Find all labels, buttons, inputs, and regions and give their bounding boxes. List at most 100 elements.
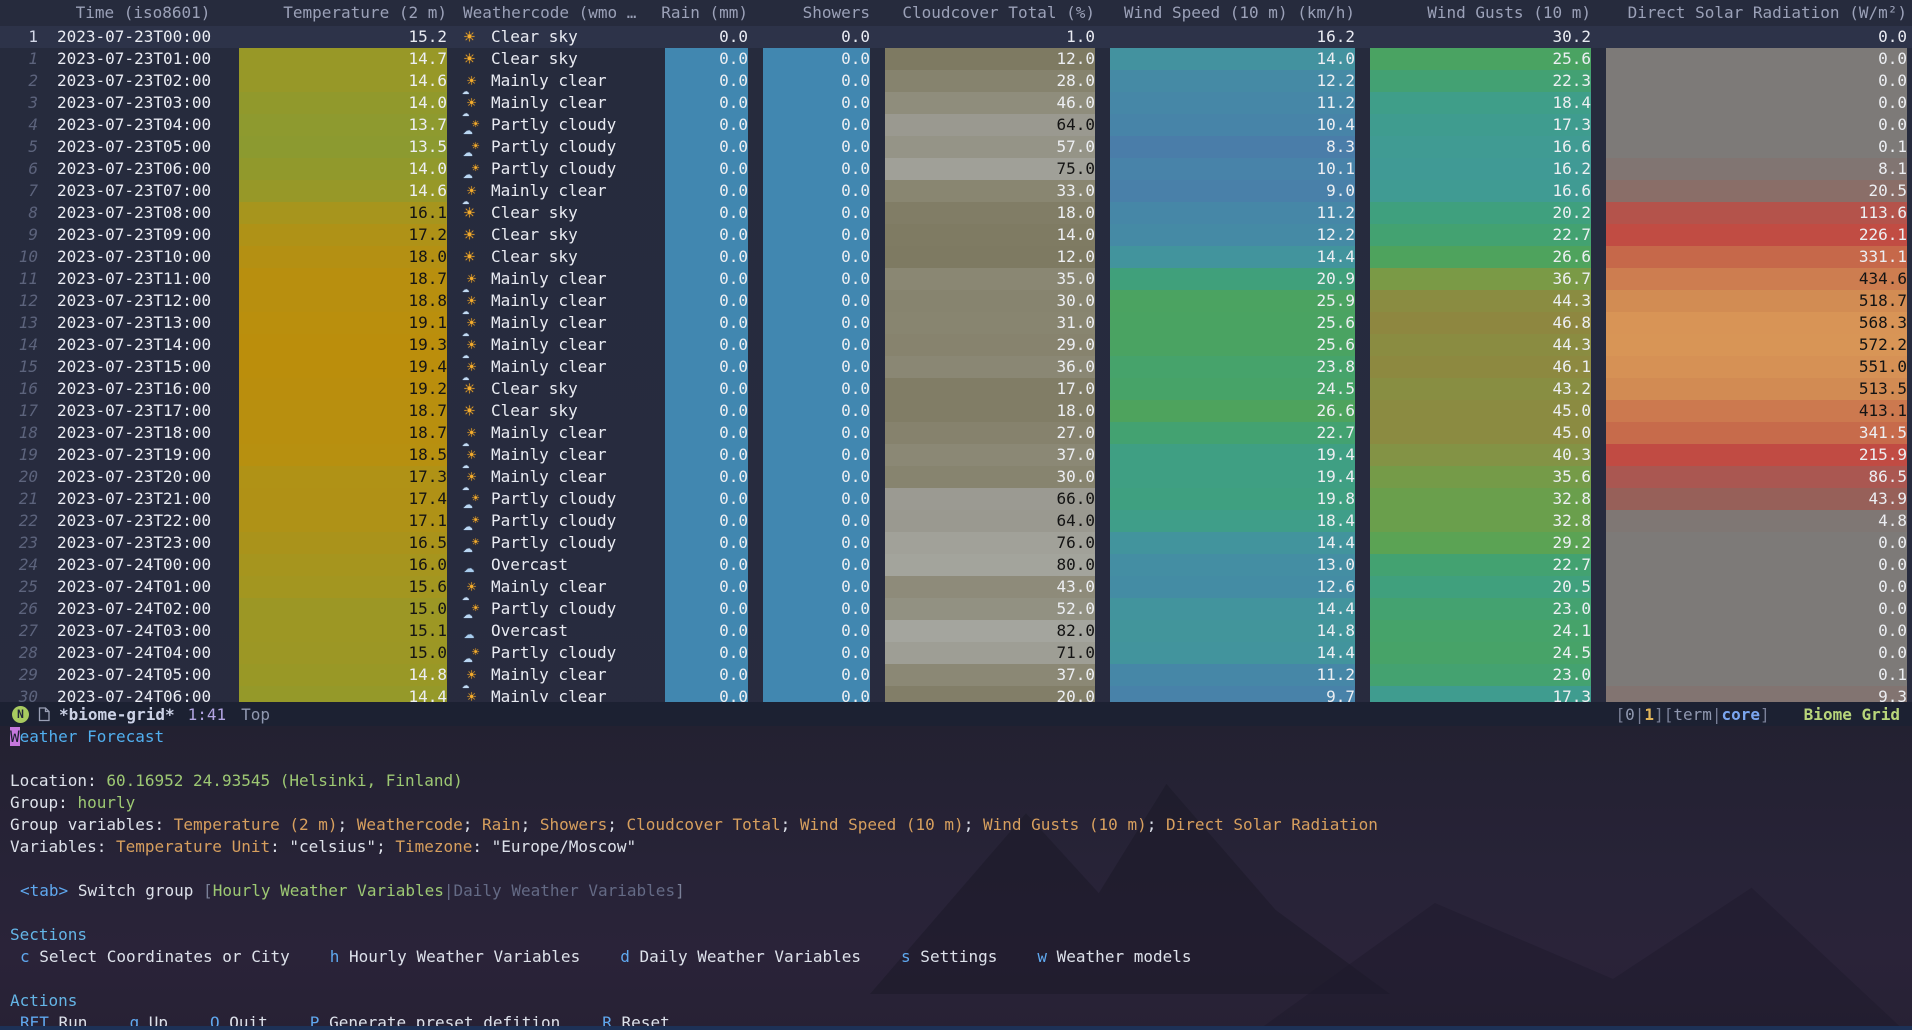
- section-item-s[interactable]: s Settings: [901, 947, 997, 966]
- table-row[interactable]: 12023-07-23T00:0015.2☀Clear sky0.00.01.0…: [0, 26, 1912, 48]
- weathercode-label: Mainly clear: [491, 180, 607, 202]
- table-row[interactable]: 12023-07-23T01:0014.7☀Clear sky0.00.012.…: [0, 48, 1912, 70]
- table-row[interactable]: 92023-07-23T09:0017.2☀Clear sky0.00.014.…: [0, 224, 1912, 246]
- temperature-cell: 16.5: [239, 532, 455, 554]
- info-area: Weather Forecast Location: 60.16952 24.9…: [0, 726, 1912, 1030]
- wind-speed-cell: 25.6: [1103, 312, 1363, 334]
- table-row[interactable]: 222023-07-23T22:0017.1☀☁Partly cloudy0.0…: [0, 510, 1912, 532]
- time-cell: 2023-07-24T01:00: [47, 576, 239, 598]
- time-cell: 2023-07-23T17:00: [47, 400, 239, 422]
- cloudcover-cell: 43.0: [878, 576, 1103, 598]
- grid-header-row: Time (iso8601) Temperature (2 m) (°C) We…: [0, 0, 1912, 26]
- window-number-separator: |: [1635, 705, 1645, 724]
- table-row[interactable]: 252023-07-24T01:0015.6☀☁Mainly clear0.00…: [0, 576, 1912, 598]
- table-row[interactable]: 292023-07-24T05:0014.8☀☁Mainly clear0.00…: [0, 664, 1912, 686]
- group-variables-list: Temperature (2 m); Weathercode; Rain; Sh…: [174, 815, 1378, 834]
- table-row[interactable]: 182023-07-23T18:0018.7☀☁Mainly clear0.00…: [0, 422, 1912, 444]
- rain-cell: 0.0: [658, 510, 756, 532]
- wind-speed-cell: 9.7: [1103, 686, 1363, 702]
- scroll-indicator: Top: [241, 705, 270, 724]
- showers-cell: 0.0: [756, 180, 878, 202]
- table-row[interactable]: 142023-07-23T14:0019.3☀☁Mainly clear0.00…: [0, 334, 1912, 356]
- solar-radiation-cell: 0.0: [1599, 26, 1912, 48]
- group-tab-option[interactable]: Hourly Weather Variables: [213, 881, 444, 900]
- table-row[interactable]: 262023-07-24T02:0015.0☀☁Partly cloudy0.0…: [0, 598, 1912, 620]
- temperature-cell: 13.7: [239, 114, 455, 136]
- table-row[interactable]: 242023-07-24T00:0016.0☁Overcast0.00.080.…: [0, 554, 1912, 576]
- weathercode-cell: ☀☁Partly cloudy: [455, 642, 658, 664]
- biome-grid-app: Time (iso8601) Temperature (2 m) (°C) We…: [0, 0, 1912, 1030]
- window-number-active[interactable]: 1: [1644, 705, 1654, 724]
- clear-sky-icon: ☀: [463, 27, 483, 47]
- table-row[interactable]: 112023-07-23T11:0018.7☀☁Mainly clear0.00…: [0, 268, 1912, 290]
- section-item-h[interactable]: h Hourly Weather Variables: [330, 947, 580, 966]
- table-row[interactable]: 52023-07-23T05:0013.5☀☁Partly cloudy0.00…: [0, 136, 1912, 158]
- table-row[interactable]: 272023-07-24T03:0015.1☁Overcast0.00.082.…: [0, 620, 1912, 642]
- table-row[interactable]: 172023-07-23T17:0018.7☀Clear sky0.00.018…: [0, 400, 1912, 422]
- rain-cell: 0.0: [658, 92, 756, 114]
- section-item-c[interactable]: c Select Coordinates or City: [20, 947, 290, 966]
- solar-radiation-cell: 434.6: [1599, 268, 1912, 290]
- clear-sky-icon: ☀: [463, 49, 483, 69]
- rain-cell: 0.0: [658, 334, 756, 356]
- cloudcover-cell: 1.0: [878, 26, 1103, 48]
- rain-cell: 0.0: [658, 576, 756, 598]
- time-cell: 2023-07-23T02:00: [47, 70, 239, 92]
- weathercode-cell: ☀☁Mainly clear: [455, 334, 658, 356]
- showers-cell: 0.0: [756, 664, 878, 686]
- weather-grid: Time (iso8601) Temperature (2 m) (°C) We…: [0, 0, 1912, 702]
- temperature-cell: 16.1: [239, 202, 455, 224]
- clear-sky-icon: ☀: [463, 225, 483, 245]
- table-row[interactable]: 162023-07-23T16:0019.2☀Clear sky0.00.017…: [0, 378, 1912, 400]
- line-number: 20: [0, 466, 47, 488]
- weathercode-cell: ☀☁Mainly clear: [455, 268, 658, 290]
- table-row[interactable]: 212023-07-23T21:0017.4☀☁Partly cloudy0.0…: [0, 488, 1912, 510]
- table-row[interactable]: 72023-07-23T07:0014.6☀☁Mainly clear0.00.…: [0, 180, 1912, 202]
- table-row[interactable]: 32023-07-23T03:0014.0☀☁Mainly clear0.00.…: [0, 92, 1912, 114]
- time-cell: 2023-07-23T22:00: [47, 510, 239, 532]
- wind-gusts-cell: 45.0: [1363, 400, 1599, 422]
- weathercode-cell: ☀☁Mainly clear: [455, 444, 658, 466]
- wind-gusts-cell: 29.2: [1363, 532, 1599, 554]
- table-row[interactable]: 122023-07-23T12:0018.8☀☁Mainly clear0.00…: [0, 290, 1912, 312]
- window-number-inactive[interactable]: 0: [1625, 705, 1635, 724]
- group-tab-option[interactable]: Daily Weather Variables: [454, 881, 676, 900]
- section-item-w[interactable]: w Weather models: [1037, 947, 1191, 966]
- cloudcover-cell: 36.0: [878, 356, 1103, 378]
- cloudcover-cell: 37.0: [878, 444, 1103, 466]
- rain-cell: 0.0: [658, 268, 756, 290]
- switch-group-line: <tab> Switch group [Hourly Weather Varia…: [20, 880, 685, 902]
- weathercode-label: Mainly clear: [491, 576, 607, 598]
- layout-inactive[interactable]: term: [1673, 705, 1712, 724]
- page-title: Weather Forecast: [10, 726, 164, 748]
- partly-sky-icon: ☀☁: [463, 159, 483, 179]
- table-row[interactable]: 102023-07-23T10:0018.0☀Clear sky0.00.012…: [0, 246, 1912, 268]
- section-item-d[interactable]: d Daily Weather Variables: [620, 947, 861, 966]
- table-row[interactable]: 192023-07-23T19:0018.5☀☁Mainly clear0.00…: [0, 444, 1912, 466]
- rain-cell: 0.0: [658, 312, 756, 334]
- tab-key[interactable]: <tab>: [20, 881, 68, 900]
- line-number: 2: [0, 70, 47, 92]
- wind-gusts-cell: 22.7: [1363, 224, 1599, 246]
- table-row[interactable]: 82023-07-23T08:0016.1☀Clear sky0.00.018.…: [0, 202, 1912, 224]
- table-row[interactable]: 282023-07-24T04:0015.0☀☁Partly cloudy0.0…: [0, 642, 1912, 664]
- rain-cell: 0.0: [658, 598, 756, 620]
- layout-active[interactable]: core: [1722, 705, 1761, 724]
- table-row[interactable]: 132023-07-23T13:0019.1☀☁Mainly clear0.00…: [0, 312, 1912, 334]
- solar-radiation-cell: 0.0: [1599, 48, 1912, 70]
- table-row[interactable]: 42023-07-23T04:0013.7☀☁Partly cloudy0.00…: [0, 114, 1912, 136]
- line-number: 23: [0, 532, 47, 554]
- table-row[interactable]: 62023-07-23T06:0014.0☀☁Partly cloudy0.00…: [0, 158, 1912, 180]
- wind-speed-cell: 8.3: [1103, 136, 1363, 158]
- table-row[interactable]: 202023-07-23T20:0017.3☀☁Mainly clear0.00…: [0, 466, 1912, 488]
- table-row[interactable]: 22023-07-23T02:0014.6☀☁Mainly clear0.00.…: [0, 70, 1912, 92]
- table-row[interactable]: 232023-07-23T23:0016.5☀☁Partly cloudy0.0…: [0, 532, 1912, 554]
- showers-cell: 0.0: [756, 202, 878, 224]
- table-row[interactable]: 302023-07-24T06:0014.4☀☁Mainly clear0.00…: [0, 686, 1912, 702]
- rain-cell: 0.0: [658, 686, 756, 702]
- showers-cell: 0.0: [756, 466, 878, 488]
- wind-gusts-cell: 44.3: [1363, 290, 1599, 312]
- line-number: 19: [0, 444, 47, 466]
- table-row[interactable]: 152023-07-23T15:0019.4☀☁Mainly clear0.00…: [0, 356, 1912, 378]
- wind-speed-cell: 10.1: [1103, 158, 1363, 180]
